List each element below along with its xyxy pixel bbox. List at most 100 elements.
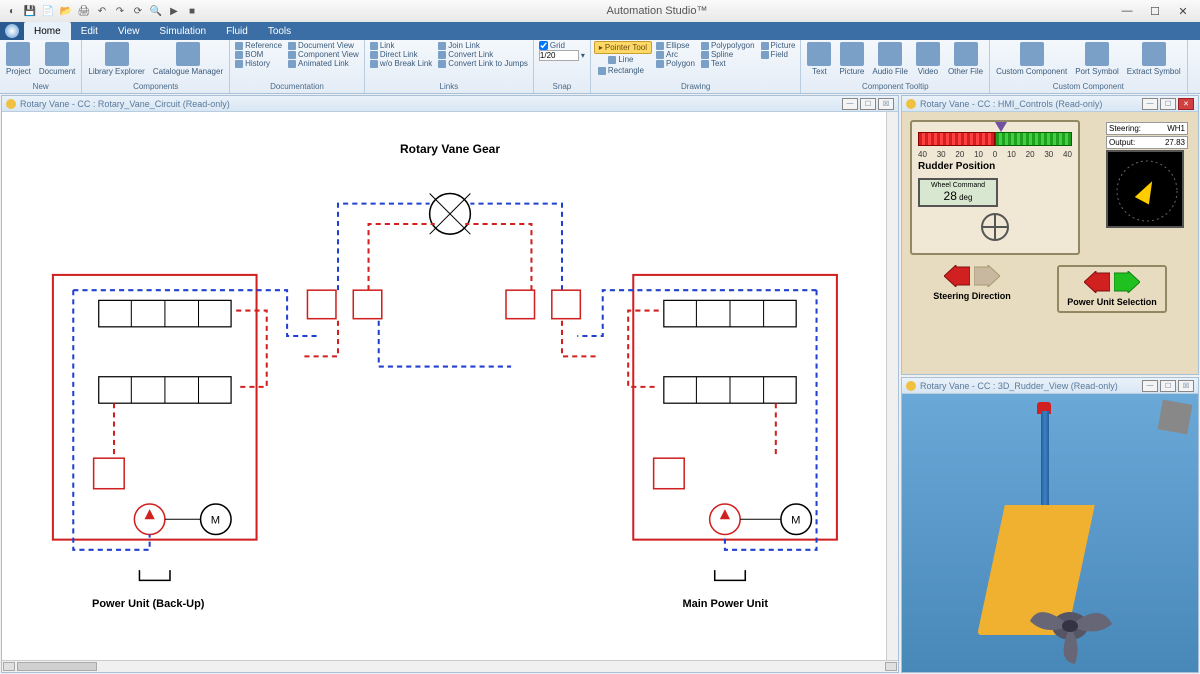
circuit-panel-title: Rotary Vane - CC : Rotary_Vane_Circuit (… — [20, 99, 230, 109]
ribbon-spline[interactable]: Spline — [699, 50, 757, 59]
power-unit-left-arrow[interactable] — [1084, 271, 1110, 293]
ribbon-grid-toggle[interactable]: Grid — [537, 41, 587, 50]
ribbon-extract-symbol[interactable]: Extract Symbol — [1124, 41, 1184, 77]
ribbon-polypolygon[interactable]: Polypolygon — [699, 41, 757, 50]
svg-text:M: M — [791, 514, 800, 526]
panel-maximize[interactable]: ☐ — [860, 98, 876, 110]
ribbon-reference[interactable]: Reference — [233, 41, 284, 50]
panel-minimize[interactable]: — — [1142, 380, 1158, 392]
ribbon-bom[interactable]: BOM — [233, 50, 284, 59]
ribbon-document[interactable]: Document — [36, 41, 78, 77]
ribbon-animated-link[interactable]: Animated Link — [286, 59, 361, 68]
stop-icon[interactable]: ■ — [184, 3, 200, 19]
rudder-pointer-icon — [995, 122, 1007, 132]
refresh-icon[interactable]: ⟳ — [130, 3, 146, 19]
tab-edit[interactable]: Edit — [71, 22, 108, 40]
panel-icon — [906, 381, 916, 391]
quick-access-toolbar: ◐ 💾 📄 📂 🖨 ↶ ↷ ⟳ 🔍 ▶ ■ — [4, 3, 200, 19]
steering-wheel-icon[interactable] — [981, 213, 1009, 241]
redo-icon[interactable]: ↷ — [112, 3, 128, 19]
rudder-scale — [918, 132, 1072, 146]
ribbon-catalogue-manager[interactable]: Catalogue Manager — [150, 41, 226, 77]
rudder-position-label: Rudder Position — [918, 161, 1072, 172]
app-logo[interactable] — [0, 22, 24, 40]
new-icon[interactable]: 📄 — [40, 3, 56, 19]
open-icon[interactable]: 📂 — [58, 3, 74, 19]
qat-icon[interactable]: ◐ — [4, 3, 20, 19]
tab-fluid[interactable]: Fluid — [216, 22, 258, 40]
panel-minimize[interactable]: — — [1142, 98, 1158, 110]
hmi-panel: Rotary Vane - CC : HMI_Controls (Read-on… — [901, 95, 1199, 375]
horizontal-scrollbar[interactable] — [2, 660, 898, 672]
ribbon-polygon[interactable]: Polygon — [654, 59, 697, 68]
workspace: Rotary Vane - CC : Rotary_Vane_Circuit (… — [0, 94, 1200, 674]
save-icon[interactable]: 💾 — [22, 3, 38, 19]
power-unit-right-arrow[interactable] — [1114, 271, 1140, 293]
ribbon-text[interactable]: Text — [699, 59, 757, 68]
menu-bar: Home Edit View Simulation Fluid Tools — [0, 22, 1200, 40]
close-button[interactable]: ✕ — [1170, 3, 1196, 19]
tab-tools[interactable]: Tools — [258, 22, 301, 40]
print-icon[interactable]: 🖨 — [76, 3, 92, 19]
ribbon-line[interactable]: Line — [606, 55, 635, 64]
ribbon-tooltip-audio[interactable]: Audio File — [869, 41, 911, 77]
view3d-panel: Rotary Vane - CC : 3D_Rudder_View (Read-… — [901, 377, 1199, 673]
ribbon-convert-link-jumps[interactable]: Convert Link to Jumps — [436, 59, 530, 68]
ribbon-field[interactable]: Field — [759, 50, 798, 59]
panel-close[interactable]: ✕ — [1178, 98, 1194, 110]
panel-close[interactable]: ☒ — [878, 98, 894, 110]
steering-left-arrow[interactable] — [944, 265, 970, 287]
scale-labels: 40302010010203040 — [918, 150, 1072, 159]
panel-maximize[interactable]: ☐ — [1160, 380, 1176, 392]
gauge-box: Steering:WH1 Output:27.83 — [1106, 122, 1188, 228]
ribbon-component-view[interactable]: Component View — [286, 50, 361, 59]
window-titlebar: ◐ 💾 📄 📂 🖨 ↶ ↷ ⟳ 🔍 ▶ ■ Automation Studio™… — [0, 0, 1200, 22]
ribbon-rectangle[interactable]: Rectangle — [596, 66, 646, 75]
ribbon-convert-link[interactable]: Convert Link — [436, 50, 530, 59]
ribbon-wo-break-link[interactable]: w/o Break Link — [368, 59, 434, 68]
ribbon-document-view[interactable]: Document View — [286, 41, 361, 50]
ribbon-direct-link[interactable]: Direct Link — [368, 50, 434, 59]
zoom-icon[interactable]: 🔍 — [148, 3, 164, 19]
panel-minimize[interactable]: — — [842, 98, 858, 110]
ribbon-library-explorer[interactable]: Library Explorer — [85, 41, 147, 77]
tab-view[interactable]: View — [108, 22, 150, 40]
panel-maximize[interactable]: ☐ — [1160, 98, 1176, 110]
view3d-panel-title: Rotary Vane - CC : 3D_Rudder_View (Read-… — [920, 381, 1118, 391]
ribbon-join-link[interactable]: Join Link — [436, 41, 530, 50]
ribbon-arc[interactable]: Arc — [654, 50, 697, 59]
play-icon[interactable]: ▶ — [166, 3, 182, 19]
app-title: Automation Studio™ — [200, 5, 1114, 17]
hmi-panel-title: Rotary Vane - CC : HMI_Controls (Read-on… — [920, 99, 1102, 109]
ribbon-tooltip-video[interactable]: Video — [913, 41, 943, 77]
ribbon-picture[interactable]: Picture — [759, 41, 798, 50]
ribbon: Project Document New Library Explorer Ca… — [0, 40, 1200, 94]
steering-right-arrow[interactable] — [974, 265, 1000, 287]
ribbon-history[interactable]: History — [233, 59, 284, 68]
view3d-canvas[interactable] — [902, 394, 1198, 672]
ribbon-grid-value[interactable] — [539, 50, 579, 61]
vertical-scrollbar[interactable] — [886, 112, 898, 660]
view-cube-icon[interactable] — [1158, 400, 1193, 435]
panel-close[interactable]: ☒ — [1178, 380, 1194, 392]
power-unit-selection-label: Power Unit Selection — [1067, 297, 1157, 307]
tab-simulation[interactable]: Simulation — [149, 22, 216, 40]
ribbon-port-symbol[interactable]: Port Symbol — [1072, 41, 1122, 77]
ribbon-tooltip-picture[interactable]: Picture — [836, 41, 867, 77]
ribbon-custom-component[interactable]: Custom Component — [993, 41, 1070, 77]
ribbon-tooltip-text[interactable]: Text — [804, 41, 834, 77]
steering-direction-label: Steering Direction — [933, 291, 1011, 301]
ribbon-link[interactable]: Link — [368, 41, 434, 50]
ribbon-pointer-tool[interactable]: ▸ Pointer Tool — [594, 41, 652, 54]
ribbon-project[interactable]: Project — [3, 41, 34, 77]
maximize-button[interactable]: ☐ — [1142, 3, 1168, 19]
ribbon-ellipse[interactable]: Ellipse — [654, 41, 697, 50]
tab-home[interactable]: Home — [24, 22, 71, 40]
undo-icon[interactable]: ↶ — [94, 3, 110, 19]
compass-gauge — [1106, 150, 1184, 228]
ribbon-tooltip-other[interactable]: Other File — [945, 41, 986, 77]
panel-icon — [906, 99, 916, 109]
circuit-panel: Rotary Vane - CC : Rotary_Vane_Circuit (… — [1, 95, 899, 673]
minimize-button[interactable]: — — [1114, 3, 1140, 19]
circuit-canvas[interactable]: Rotary Vane Gear Power Unit (Back-Up) Ma… — [2, 112, 898, 660]
